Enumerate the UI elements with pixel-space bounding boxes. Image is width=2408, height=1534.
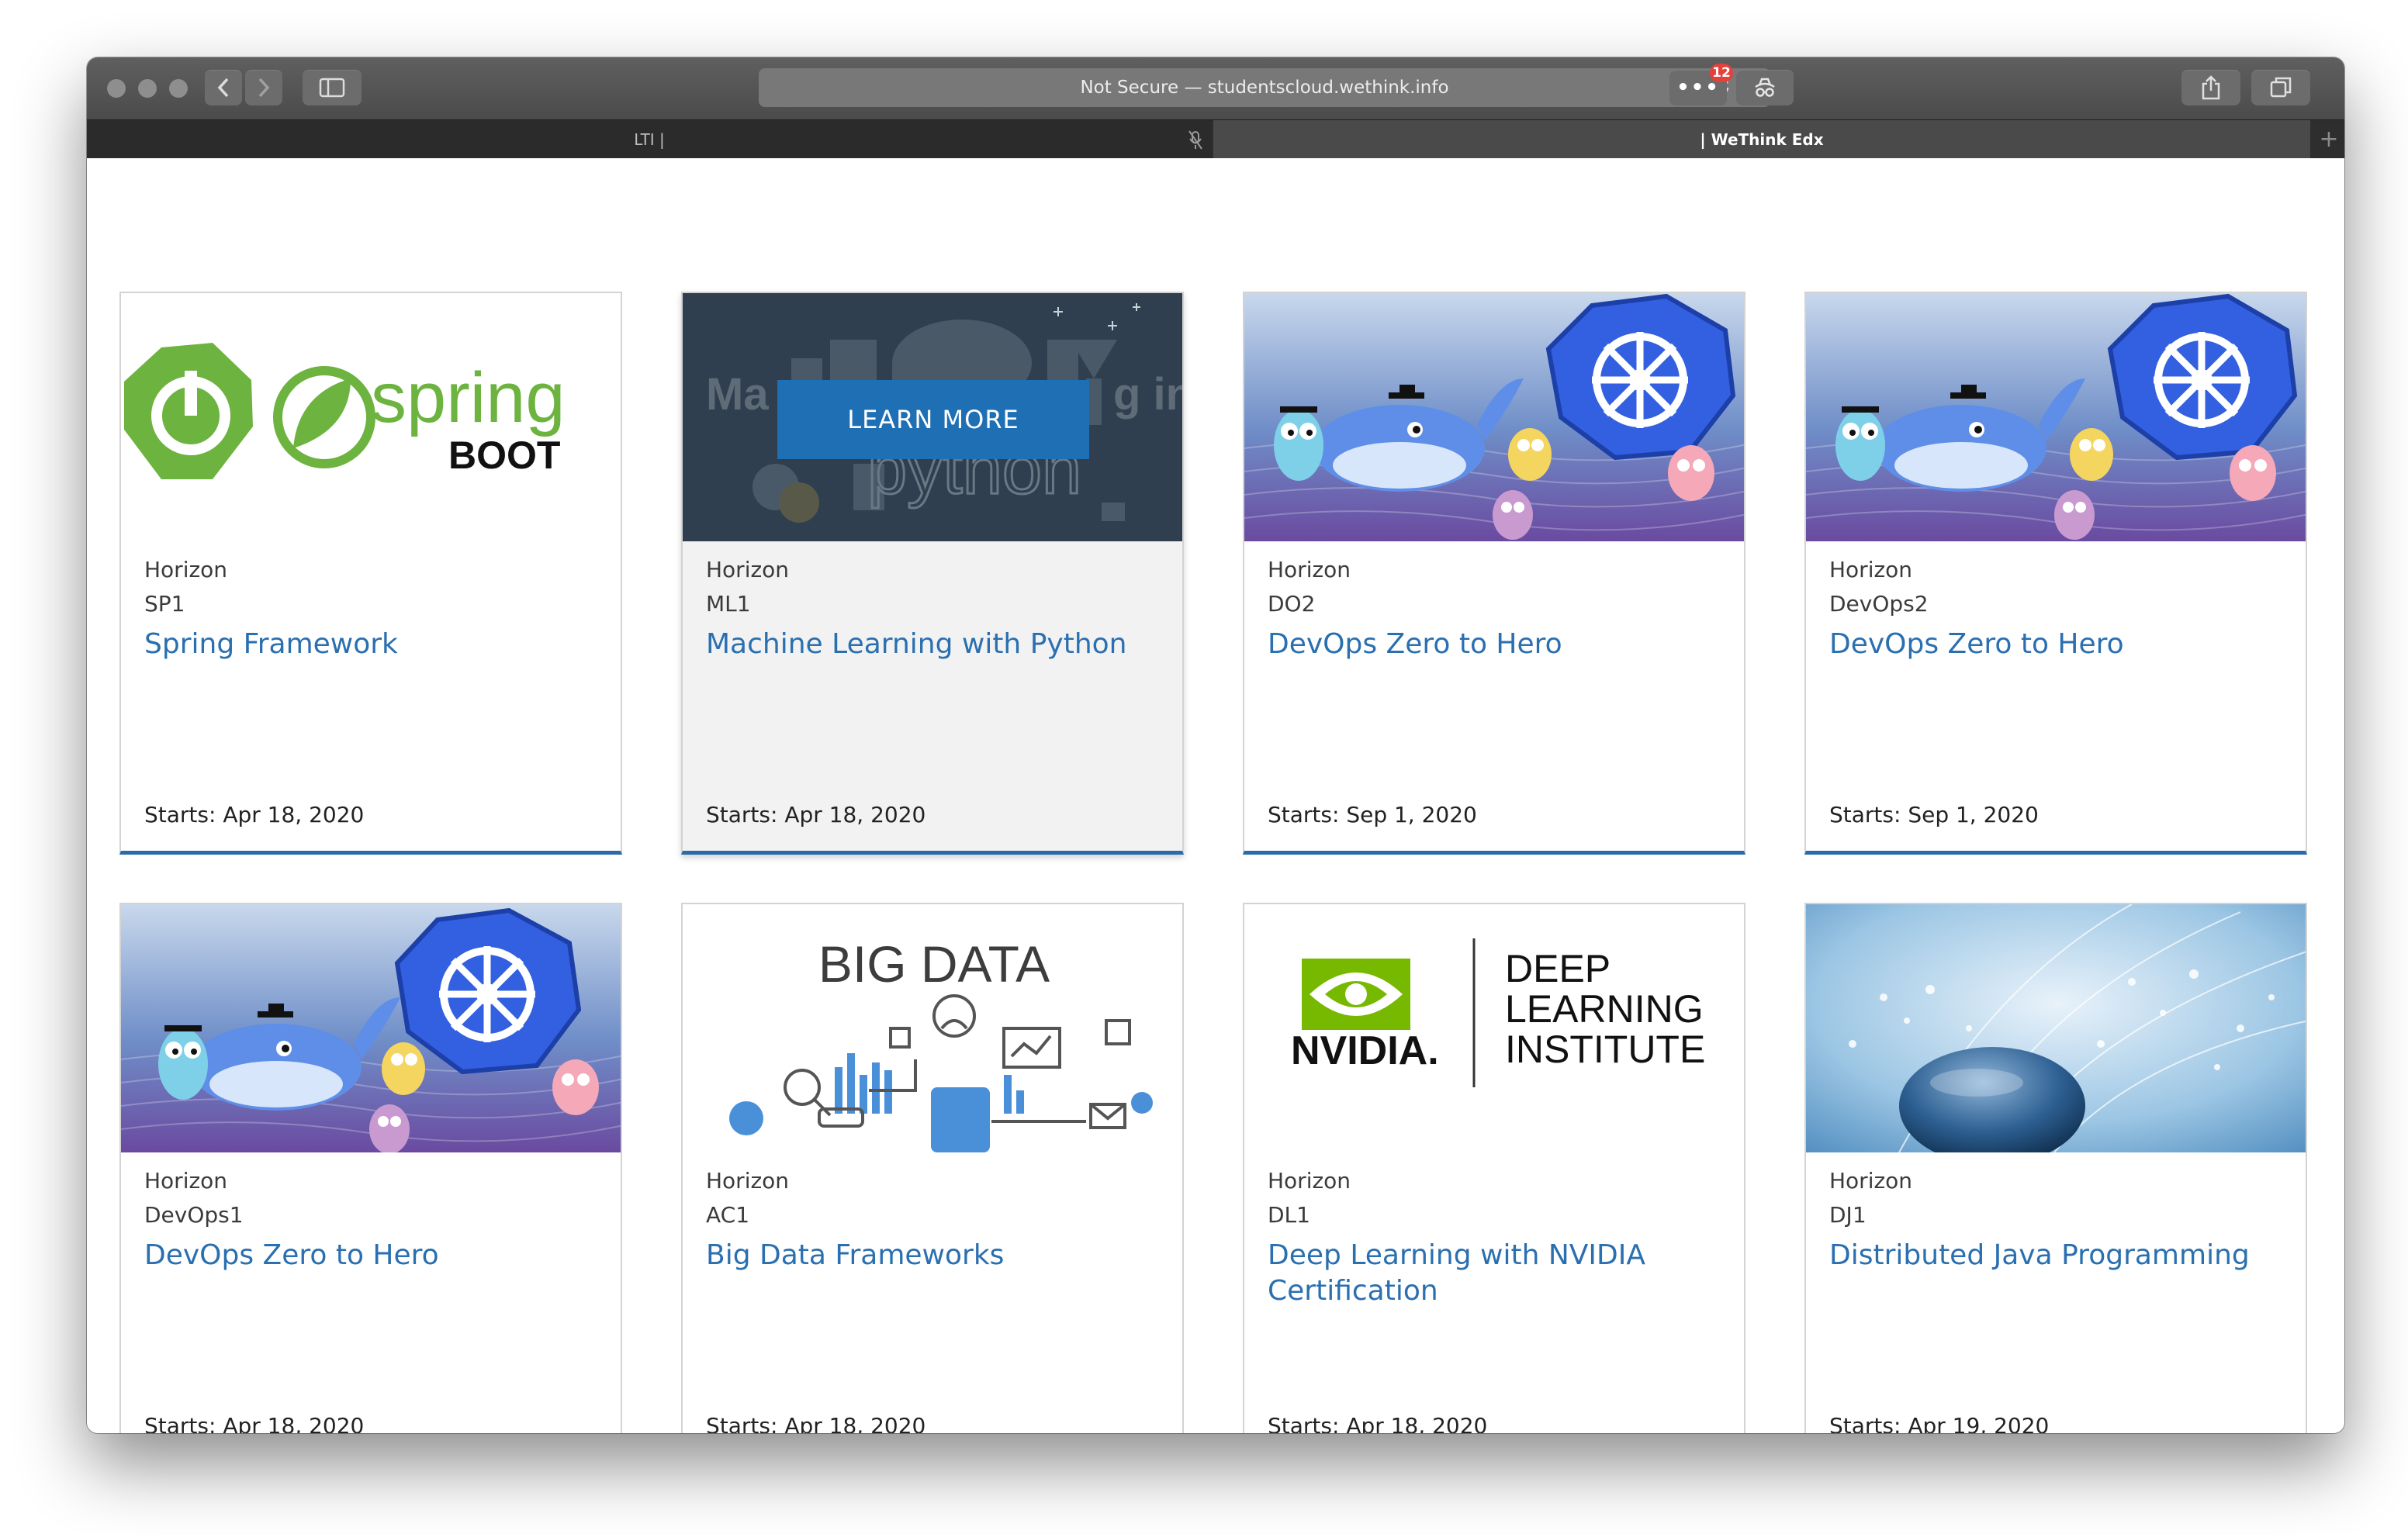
course-card[interactable]: Horizon DevOps2 DevOps Zero to Hero Star… <box>1804 292 2307 855</box>
tab-overview-button[interactable] <box>2251 70 2310 105</box>
browser-window: Not Secure — studentscloud.wethink.info … <box>87 57 2344 1433</box>
share-icon <box>2202 75 2220 100</box>
dli-line-3: INSTITUTE <box>1505 1028 1705 1071</box>
course-image: Ma g in python LEARN MORE <box>683 293 1182 541</box>
sidebar-toggle-button[interactable] <box>303 70 362 105</box>
course-start-date: Starts: Apr 18, 2020 <box>1268 1413 1488 1433</box>
course-image <box>1244 293 1744 541</box>
course-card[interactable]: Horizon DO2 DevOps Zero to Hero Starts: … <box>1243 292 1745 855</box>
course-code: SP1 <box>144 591 185 617</box>
course-start-date: Starts: Apr 18, 2020 <box>706 1413 926 1433</box>
course-start-date: Starts: Sep 1, 2020 <box>1829 802 2039 827</box>
chevron-right-icon <box>258 78 270 98</box>
course-title-link[interactable]: Machine Learning with Python <box>706 627 1164 662</box>
incognito-icon <box>1755 78 1775 97</box>
course-image <box>1806 904 2306 1152</box>
course-org: Horizon <box>1829 557 1913 582</box>
spring-boot-logo: spring BOOT <box>121 293 621 541</box>
dli-line-2: LEARNING <box>1505 987 1704 1031</box>
course-code: DL1 <box>1268 1202 1310 1228</box>
sidebar-icon <box>319 78 345 98</box>
course-title-link[interactable]: Big Data Frameworks <box>706 1238 1164 1273</box>
big-data-illustration: BIG DATA <box>683 904 1182 1152</box>
forward-button[interactable] <box>245 70 282 105</box>
course-image: BIG DATA <box>683 904 1182 1152</box>
zoom-window-button[interactable] <box>169 79 188 98</box>
tab-wethink-edx[interactable]: | WeThink Edx <box>1213 120 2310 159</box>
course-card[interactable]: Horizon DJ1 Distributed Java Programming… <box>1804 903 2307 1433</box>
learn-more-button[interactable]: LEARN MORE <box>777 380 1089 459</box>
microphone-muted-icon[interactable] <box>1188 130 1202 150</box>
dli-line-1: DEEP <box>1505 947 1611 990</box>
course-image <box>1806 293 2306 541</box>
course-title-link[interactable]: Distributed Java Programming <box>1829 1238 2287 1273</box>
address-bar[interactable]: Not Secure — studentscloud.wethink.info <box>759 68 1770 107</box>
address-text: Not Secure — studentscloud.wethink.info <box>1080 78 1449 98</box>
course-card[interactable]: Ma g in python LEARN MORE Horizon ML1 Ma… <box>681 292 1184 855</box>
notification-badge: 12 <box>1710 64 1733 82</box>
svg-text:g in: g in <box>1113 369 1182 420</box>
tab-label: | WeThink Edx <box>1700 130 1824 149</box>
course-org: Horizon <box>1268 557 1351 582</box>
course-code: DevOps2 <box>1829 591 1929 617</box>
browser-toolbar: Not Secure — studentscloud.wethink.info … <box>87 57 2344 119</box>
course-org: Horizon <box>144 557 228 582</box>
course-org: Horizon <box>1268 1168 1351 1194</box>
course-title-link[interactable]: DevOps Zero to Hero <box>144 1238 602 1273</box>
tabs-icon <box>2270 77 2292 98</box>
tab-lti[interactable]: LTI | <box>87 120 1212 159</box>
course-start-date: Starts: Apr 18, 2020 <box>144 1413 365 1433</box>
nvidia-logo-text: NVIDIA. <box>1291 1028 1439 1073</box>
share-button[interactable] <box>2181 70 2240 105</box>
minimize-window-button[interactable] <box>138 79 157 98</box>
course-org: Horizon <box>144 1168 228 1194</box>
kubernetes-mascots-image <box>121 904 621 1152</box>
course-start-date: Starts: Apr 19, 2020 <box>1829 1413 2050 1433</box>
course-org: Horizon <box>706 557 790 582</box>
course-card[interactable]: spring BOOT Horizon SP1 Spring Framework… <box>119 292 622 855</box>
course-org: Horizon <box>706 1168 790 1194</box>
course-card[interactable]: BIG DATA Horizon AC1 Big Data Frameworks… <box>681 903 1184 1433</box>
privacy-extension-button[interactable] <box>1736 70 1794 105</box>
course-code: AC1 <box>706 1202 750 1228</box>
course-code: DO2 <box>1268 591 1316 617</box>
course-title-link[interactable]: DevOps Zero to Hero <box>1829 627 2287 662</box>
big-data-logo-text: BIG DATA <box>818 935 1050 993</box>
nvidia-dli-logo: NVIDIA. DEEP LEARNING INSTITUTE <box>1244 904 1744 1152</box>
tab-label: LTI | <box>634 130 665 149</box>
new-tab-button[interactable]: + <box>2313 120 2344 159</box>
course-image: NVIDIA. DEEP LEARNING INSTITUTE <box>1244 904 1744 1152</box>
boot-logo-text: BOOT <box>448 434 560 477</box>
water-sphere-photo <box>1806 904 2306 1152</box>
course-title-link[interactable]: DevOps Zero to Hero <box>1268 627 1725 662</box>
course-card[interactable]: Horizon DevOps1 DevOps Zero to Hero Star… <box>119 903 622 1433</box>
course-image: spring BOOT <box>121 293 621 541</box>
close-window-button[interactable] <box>107 79 126 98</box>
course-start-date: Starts: Apr 18, 2020 <box>144 802 365 827</box>
course-code: ML1 <box>706 591 751 617</box>
kubernetes-mascots-image <box>1806 293 2306 541</box>
spring-logo-text: spring <box>371 358 566 437</box>
chevron-left-icon <box>217 78 229 98</box>
course-title-link[interactable]: Deep Learning with NVIDIA Certification <box>1268 1238 1725 1309</box>
course-start-date: Starts: Apr 18, 2020 <box>706 802 926 827</box>
course-code: DJ1 <box>1829 1202 1867 1228</box>
svg-text:Ma: Ma <box>706 369 769 420</box>
extension-button[interactable]: ••• 12 <box>1669 64 1733 105</box>
course-org: Horizon <box>1829 1168 1913 1194</box>
course-catalog: spring BOOT Horizon SP1 Spring Framework… <box>87 158 2344 1433</box>
course-code: DevOps1 <box>144 1202 244 1228</box>
tab-bar: LTI | | WeThink Edx + <box>87 119 2344 159</box>
course-title-link[interactable]: Spring Framework <box>144 627 602 662</box>
course-start-date: Starts: Sep 1, 2020 <box>1268 802 1477 827</box>
back-button[interactable] <box>205 70 242 105</box>
course-card[interactable]: NVIDIA. DEEP LEARNING INSTITUTE Horizon … <box>1243 903 1745 1433</box>
kubernetes-mascots-image <box>1244 293 1744 541</box>
course-image <box>121 904 621 1152</box>
